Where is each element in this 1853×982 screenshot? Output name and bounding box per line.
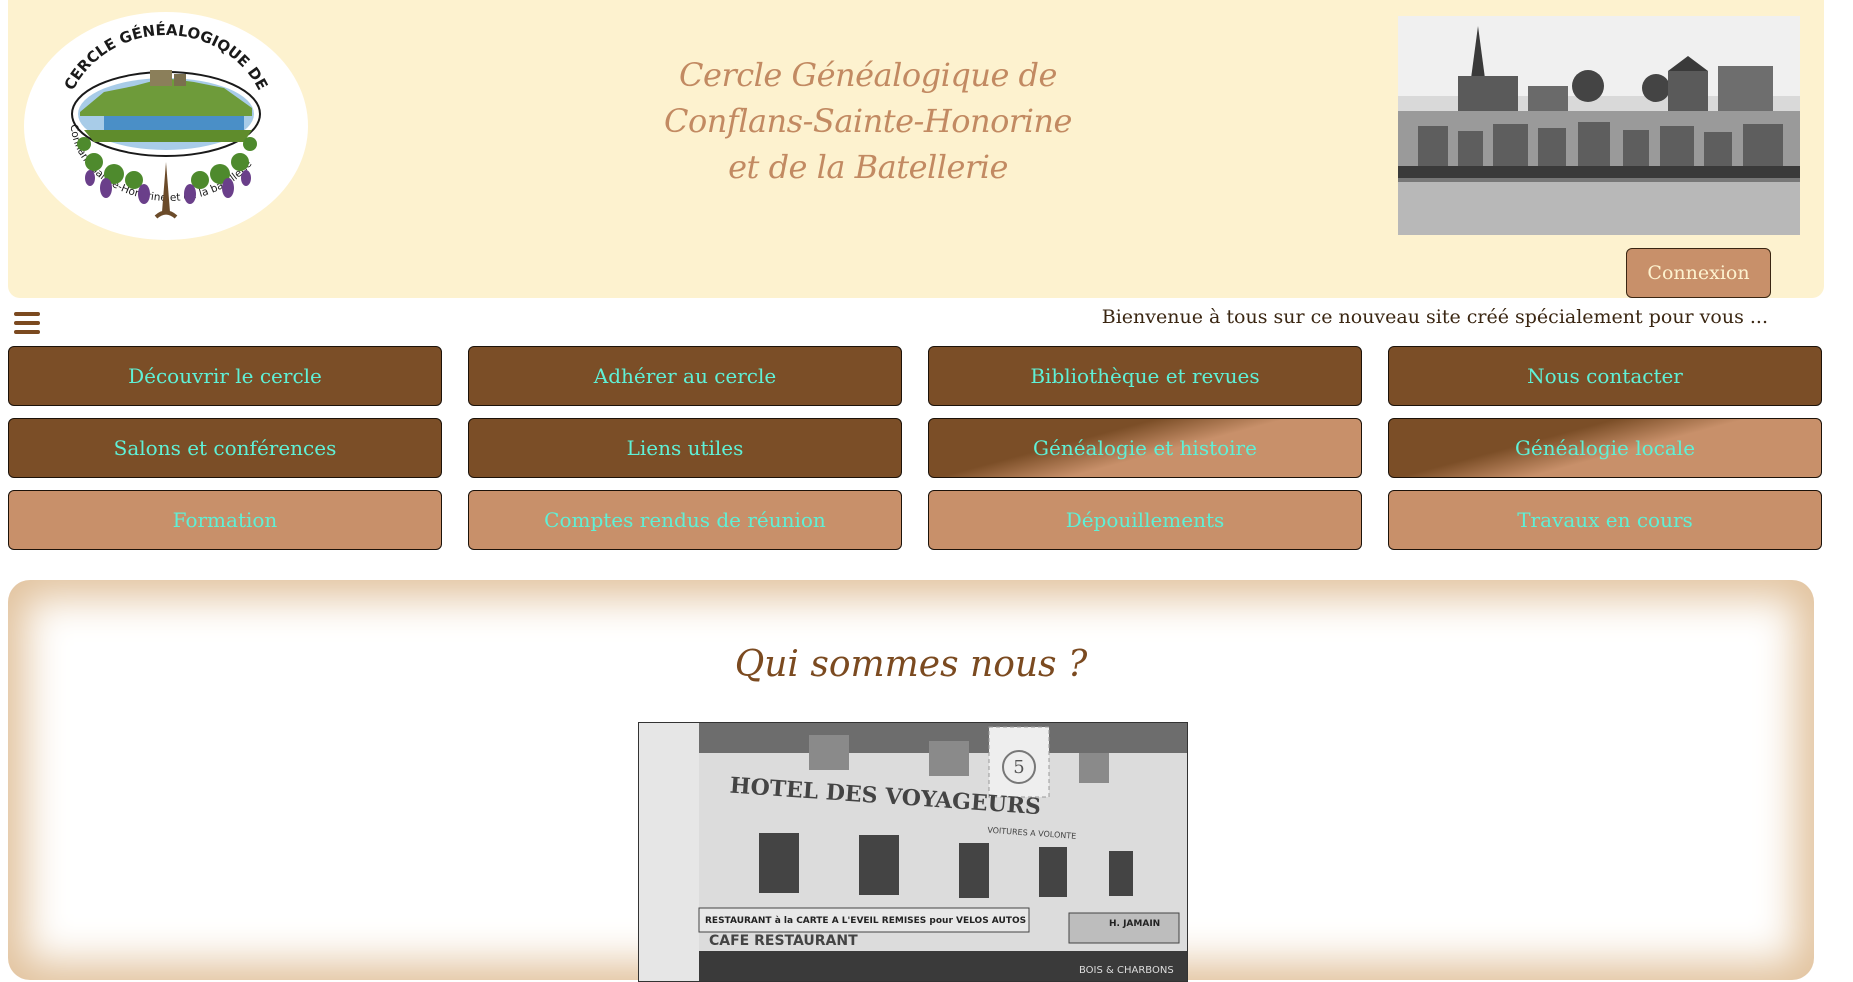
welcome-message: Bienvenue à tous sur ce nouveau site cré… xyxy=(1101,306,1768,328)
nav-button-decouvrir[interactable]: Découvrir le cercle xyxy=(8,346,442,406)
nav-button-depouillements[interactable]: Dépouillements xyxy=(928,490,1362,550)
site-title-line: Cercle Généalogique de xyxy=(679,56,1057,94)
cafe-sign: CAFE RESTAURANT xyxy=(709,933,858,949)
nav-button-genealogie-histoire[interactable]: Généalogie et histoire xyxy=(928,418,1362,478)
nav-button-bibliotheque[interactable]: Bibliothèque et revues xyxy=(928,346,1362,406)
bottom-sign: BOIS & CHARBONS xyxy=(1079,965,1174,976)
main-nav-grid: Découvrir le cercle Adhérer au cercle Bi… xyxy=(8,346,1824,550)
stamp-value: 5 xyxy=(1013,757,1024,778)
section-title: Qui sommes nous ? xyxy=(734,644,1088,685)
menu-hamburger-icon[interactable] xyxy=(14,312,40,334)
nav-button-adherer[interactable]: Adhérer au cercle xyxy=(468,346,902,406)
restaurant-sign: RESTAURANT à la CARTE A L'EVEIL REMISES … xyxy=(705,916,1026,926)
nav-button-genealogie-locale[interactable]: Généalogie locale xyxy=(1388,418,1822,478)
site-logo[interactable]: CERCLE GÉNÉALOGIQUE DE Conflans-Sainte-H… xyxy=(24,12,308,240)
login-button[interactable]: Connexion xyxy=(1626,248,1771,298)
main-content-panel: Qui sommes nous ? 5 HOTEL DES VOYAGEURS … xyxy=(8,580,1814,982)
nav-button-contact[interactable]: Nous contacter xyxy=(1388,346,1822,406)
right-sign: H. JAMAIN xyxy=(1109,919,1160,929)
nav-button-liens[interactable]: Liens utiles xyxy=(468,418,902,478)
site-title: Cercle Généalogique de Conflans-Sainte-H… xyxy=(628,52,1108,190)
site-title-line: Conflans-Sainte-Honorine xyxy=(664,102,1072,140)
header-town-photo xyxy=(1398,16,1800,235)
nav-button-salons[interactable]: Salons et conférences xyxy=(8,418,442,478)
site-title-line: et de la Batellerie xyxy=(728,148,1008,186)
nav-button-travaux[interactable]: Travaux en cours xyxy=(1388,490,1822,550)
site-header: CERCLE GÉNÉALOGIQUE DE Conflans-Sainte-H… xyxy=(8,0,1824,298)
hotel-postcard-photo: 5 HOTEL DES VOYAGEURS VOITURES A VOLONTE… xyxy=(638,722,1188,982)
nav-button-formation[interactable]: Formation xyxy=(8,490,442,550)
nav-button-comptes-rendus[interactable]: Comptes rendus de réunion xyxy=(468,490,902,550)
